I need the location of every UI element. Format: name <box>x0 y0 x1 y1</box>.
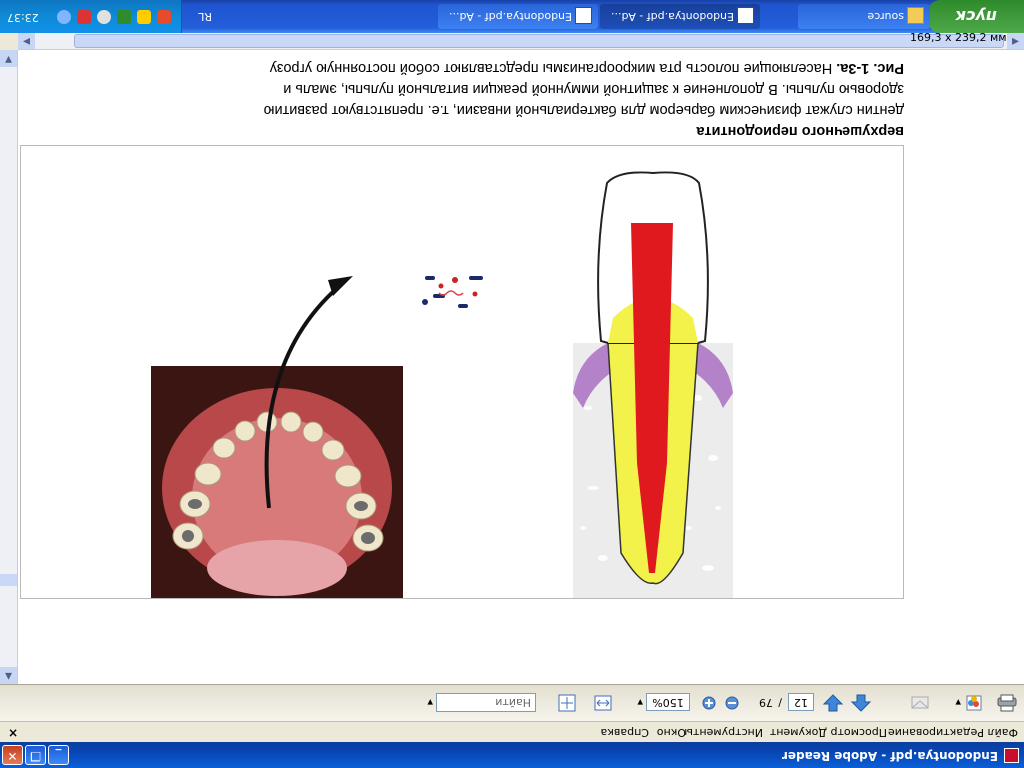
status-corner <box>0 33 18 50</box>
zoom-out-icon[interactable] <box>724 693 740 713</box>
tray-app-icon[interactable] <box>137 10 151 24</box>
page-number-input[interactable]: 12 <box>788 693 814 711</box>
zoom-level-input[interactable]: 150% <box>646 693 690 711</box>
taskbar: пуск source Endodontya.pdf - Ad... Endod… <box>0 0 1024 33</box>
menu-document[interactable]: Документ <box>770 726 827 739</box>
collaborate-icon[interactable] <box>962 693 984 713</box>
next-page-icon[interactable] <box>822 693 844 713</box>
pdf-icon <box>737 7 754 24</box>
horizontal-scrollbar[interactable]: ◀ ▶ <box>18 32 1024 50</box>
vertical-scroll-thumb[interactable] <box>0 574 17 586</box>
task-source-label: source <box>867 10 904 23</box>
caption-line-1: Рис. 1-3а. Населяющие полость рта микроо… <box>24 60 904 76</box>
tray-app-icon[interactable] <box>97 10 111 24</box>
pdf-icon <box>575 7 592 24</box>
menu-tools[interactable]: Инструменты <box>684 726 763 739</box>
document-viewport[interactable]: верхушечного периодонтита дентин служат … <box>18 50 1024 684</box>
task-pdf-active[interactable]: Endodontya.pdf - Ad... <box>600 4 760 29</box>
caption-line-3: дентин служат физическим барьером для ба… <box>263 102 904 118</box>
scroll-down-icon[interactable]: ▼ <box>0 50 17 67</box>
zoom-dropdown-icon[interactable]: ▾ <box>637 696 643 709</box>
title-bar: Endodontya.pdf - Adobe Reader _ ❐ ✕ <box>0 742 1024 768</box>
previous-page-icon[interactable] <box>850 693 872 713</box>
close-document-icon[interactable]: × <box>8 726 18 740</box>
minimize-button[interactable]: _ <box>48 745 69 765</box>
caption-line-2: здоровью пульпы. В дополнение к защитной… <box>283 81 904 97</box>
caption-line-1-text: Населяющие полость рта микроорганизмы пр… <box>269 60 837 76</box>
tray-app-icon[interactable] <box>157 10 171 24</box>
search-dropdown-icon[interactable]: ▾ <box>427 696 433 709</box>
system-tray: 23:37 <box>0 0 182 33</box>
email-icon[interactable] <box>909 693 931 713</box>
window-title: Endodontya.pdf - Adobe Reader <box>781 749 998 763</box>
menu-view[interactable]: Просмотр <box>831 726 887 739</box>
adobe-reader-icon <box>1004 748 1019 763</box>
screen: Endodontya.pdf - Adobe Reader _ ❐ ✕ Файл… <box>0 0 1024 768</box>
page-separator: / <box>778 696 782 709</box>
horizontal-scroll-thumb[interactable] <box>74 34 1004 48</box>
task-pdf[interactable]: Endodontya.pdf - Ad... <box>438 4 598 29</box>
search-input[interactable]: Найти <box>436 693 536 712</box>
menu-bar: Файл Редактирование Просмотр Документ Ин… <box>0 721 1024 742</box>
clock[interactable]: 23:37 <box>7 11 39 24</box>
page-size-readout: 169,3 x 239,2 мм <box>910 31 1007 44</box>
menu-edit[interactable]: Редактирование <box>888 726 984 739</box>
folder-icon <box>907 7 924 24</box>
chevron-down-icon[interactable]: ▾ <box>955 696 961 709</box>
start-button[interactable]: пуск <box>928 0 1024 33</box>
scroll-up-icon[interactable]: ▲ <box>0 667 17 684</box>
toolbar: ▾ 12 / 79 150% ▾ Найти ▾ <box>0 684 1024 721</box>
tray-app-icon[interactable] <box>57 10 71 24</box>
tray-app-icon[interactable] <box>117 10 131 24</box>
scroll-right-icon[interactable]: ▶ <box>18 32 35 49</box>
zoom-in-icon[interactable] <box>701 693 717 713</box>
task-pdf-label: Endodontya.pdf - Ad... <box>449 10 572 23</box>
page-total: 79 <box>759 696 773 709</box>
maximize-button[interactable]: ❐ <box>25 745 46 765</box>
scroll-left-icon[interactable]: ◀ <box>1007 32 1024 49</box>
vertical-scrollbar[interactable]: ▲ ▼ <box>0 50 18 684</box>
tray-app-icon[interactable] <box>77 10 91 24</box>
fit-width-icon[interactable] <box>592 693 614 713</box>
fit-page-icon[interactable] <box>556 693 578 713</box>
figure-frame <box>20 145 904 599</box>
close-button[interactable]: ✕ <box>2 745 23 765</box>
task-pdf-active-label: Endodontya.pdf - Ad... <box>611 10 734 23</box>
start-label: пуск <box>955 7 997 26</box>
figure-label: Рис. 1-3а. <box>836 60 904 76</box>
language-indicator[interactable]: RL <box>198 10 212 23</box>
menu-help[interactable]: Справка <box>601 726 649 739</box>
task-source[interactable]: source <box>798 4 930 29</box>
menu-window[interactable]: Окно <box>657 726 686 739</box>
print-icon[interactable] <box>996 693 1018 713</box>
oral-cavity-photo <box>151 366 403 598</box>
bacteria-cluster <box>422 276 483 308</box>
menu-file[interactable]: Файл <box>988 726 1018 739</box>
caption-line-4: верхушечного периодонтита <box>696 123 904 139</box>
figure-illustration <box>151 171 733 598</box>
